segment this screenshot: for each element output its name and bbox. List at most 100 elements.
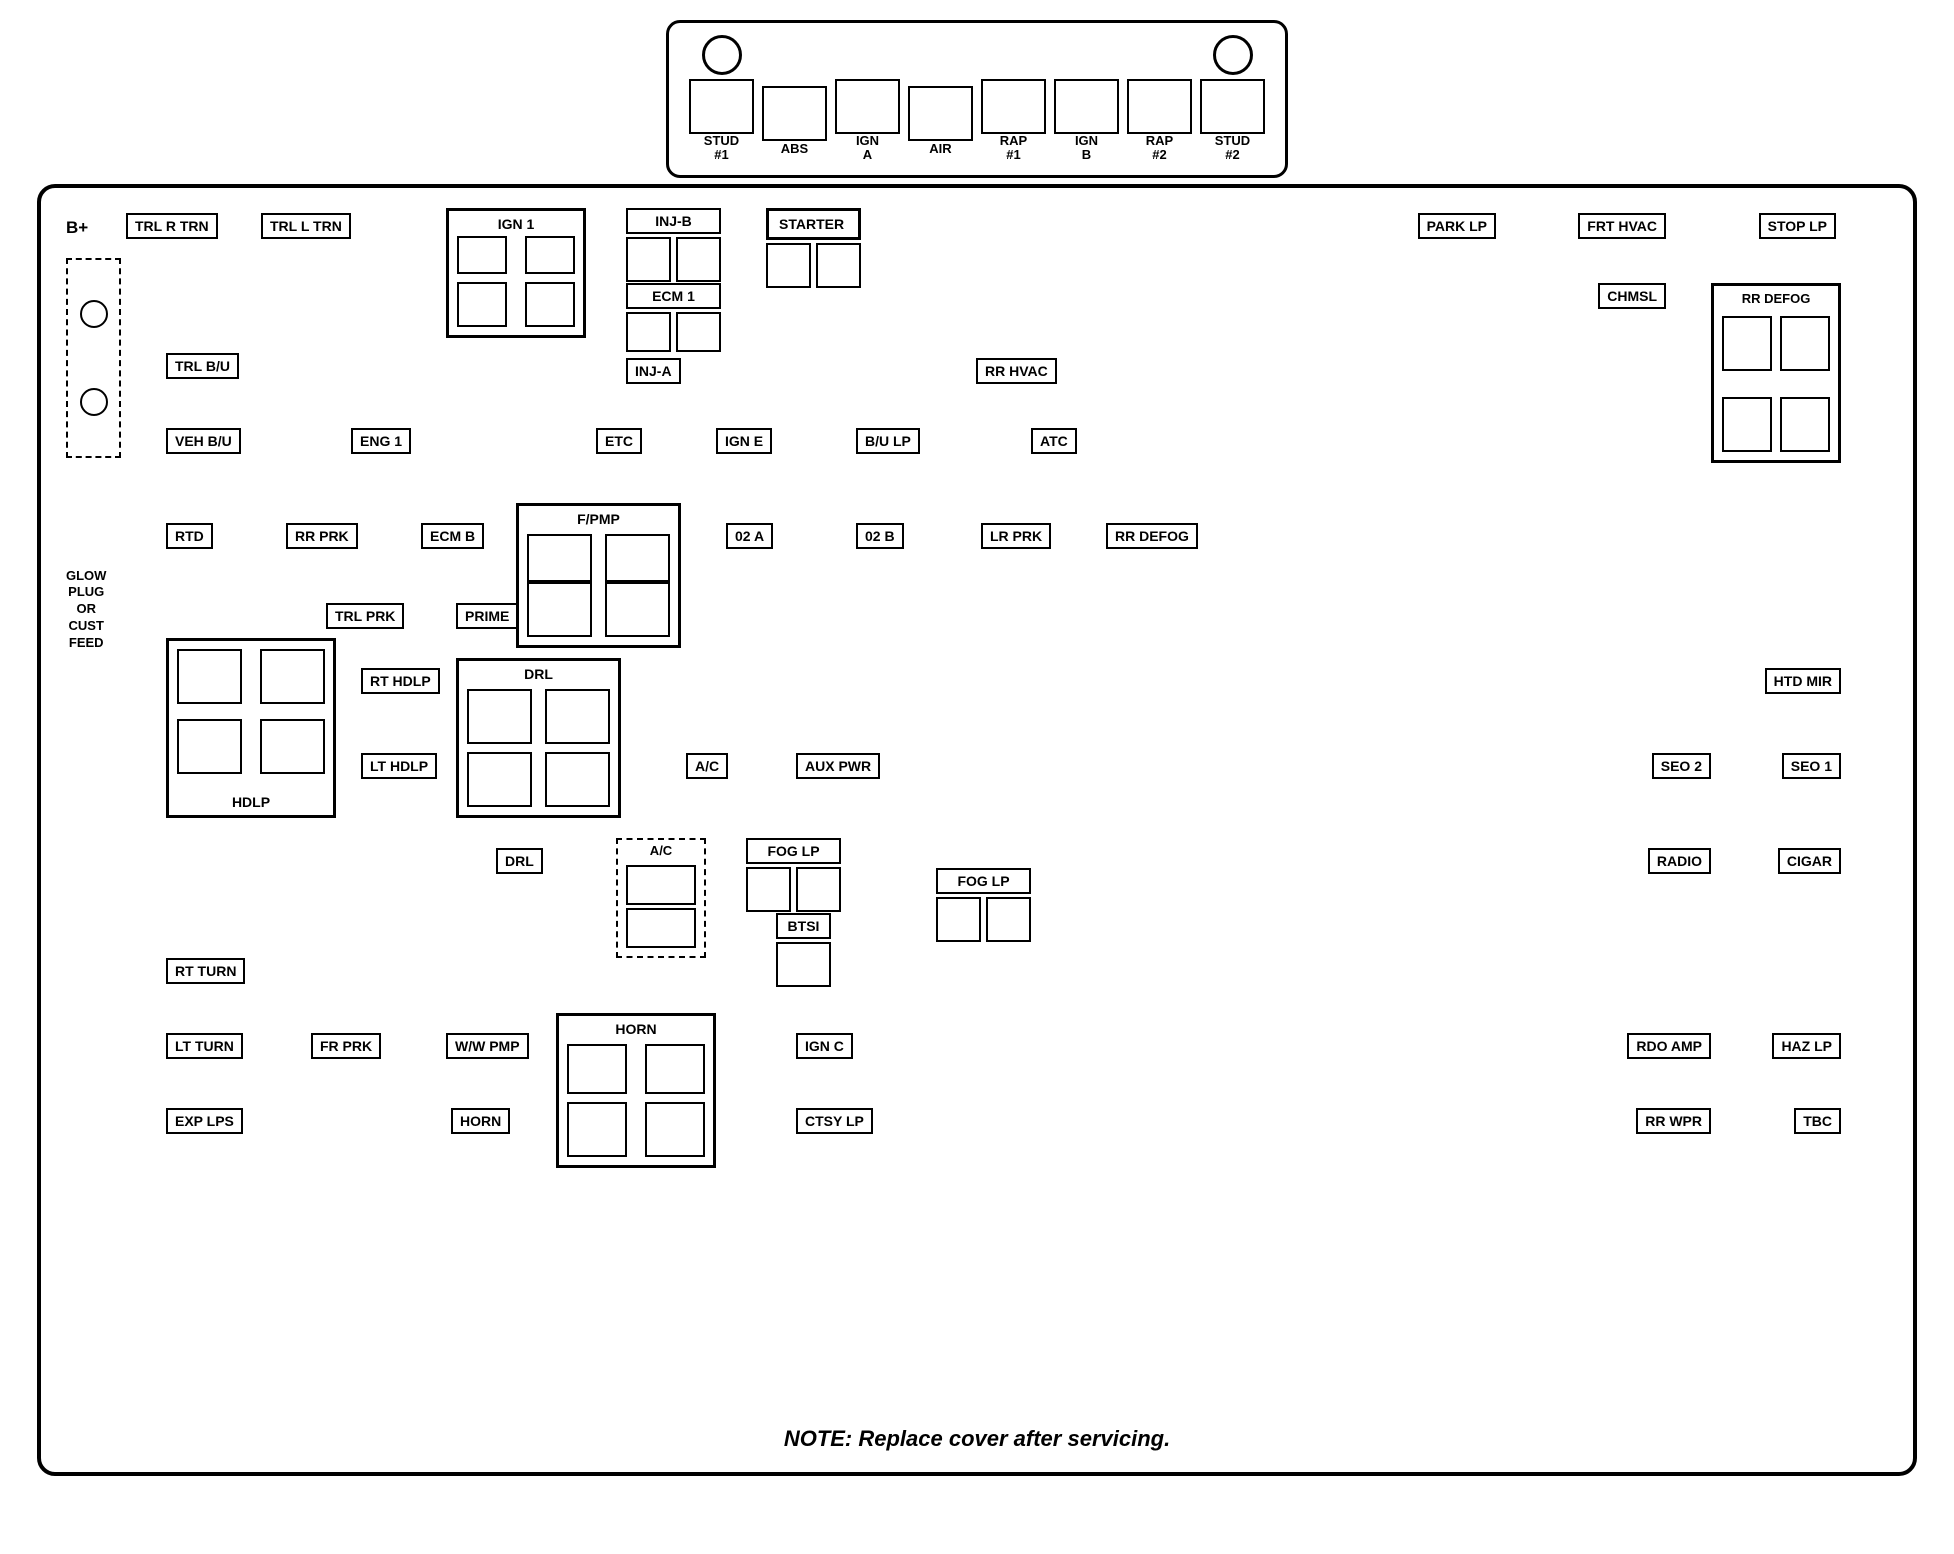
rt-turn-label: RT TURN bbox=[166, 958, 245, 985]
rr-wpr-label: RR WPR bbox=[1636, 1108, 1711, 1135]
rap1-group: RAP#1 bbox=[981, 35, 1046, 163]
rr-defog-big-label: RR DEFOG bbox=[1742, 291, 1811, 306]
rr-defog-item: RR DEFOG bbox=[1106, 523, 1198, 550]
fog-lp-label: FOG LP bbox=[746, 838, 841, 865]
air-fuse bbox=[908, 86, 973, 141]
fpmp-fuse1 bbox=[527, 534, 592, 582]
trl-r-trn-item: TRL R TRN bbox=[126, 213, 218, 240]
rr-wpr-item: RR WPR bbox=[1636, 1108, 1711, 1135]
fog-lp-fuse1 bbox=[746, 867, 791, 912]
abs-label: ABS bbox=[781, 141, 808, 156]
inj-b-label: INJ-B bbox=[626, 208, 721, 235]
abs-group: ABS bbox=[762, 42, 827, 156]
fr-prk-item: FR PRK bbox=[311, 1033, 381, 1060]
stop-lp-item: STOP LP bbox=[1759, 213, 1836, 240]
glow-plug-item: GLOWPLUGORCUSTFEED bbox=[66, 568, 106, 652]
fog-lp2-label: FOG LP bbox=[936, 868, 1031, 895]
top-connector: STUD#1 ABS IGNA bbox=[666, 20, 1288, 174]
rr-defog-fuse4 bbox=[1780, 397, 1830, 452]
exp-lps-item: EXP LPS bbox=[166, 1108, 243, 1135]
horn2-label: HORN bbox=[451, 1108, 510, 1135]
drl-fuse3 bbox=[467, 752, 532, 807]
ign1-fuse1 bbox=[457, 282, 507, 327]
drl-fuse2 bbox=[545, 689, 610, 744]
note: NOTE: Replace cover after servicing. bbox=[66, 1426, 1888, 1452]
rtd-label: RTD bbox=[166, 523, 213, 550]
o2a-label: 02 A bbox=[726, 523, 773, 550]
air-group: AIR bbox=[908, 42, 973, 156]
radio-item: RADIO bbox=[1648, 848, 1711, 875]
chmsl-label: CHMSL bbox=[1598, 283, 1666, 310]
ac2-block: A/C bbox=[616, 838, 706, 958]
seo1-label: SEO 1 bbox=[1782, 753, 1841, 780]
cigar-item: CIGAR bbox=[1778, 848, 1841, 875]
ign1-fuse4 bbox=[525, 236, 575, 274]
stop-lp-label: STOP LP bbox=[1759, 213, 1836, 240]
btsi-label: BTSI bbox=[776, 913, 831, 940]
bplus-circle2 bbox=[80, 388, 108, 416]
rap1-fuse bbox=[981, 79, 1046, 134]
stud2-label: STUD#2 bbox=[1215, 134, 1250, 163]
haz-lp-label: HAZ LP bbox=[1772, 1033, 1841, 1060]
drl-box: DRL bbox=[456, 658, 621, 818]
ign-e-label: IGN E bbox=[716, 428, 772, 455]
inj-a-item: INJ-A bbox=[626, 358, 681, 385]
stud2-group: STUD#2 bbox=[1200, 35, 1265, 163]
horn2-item: HORN bbox=[451, 1108, 510, 1135]
hdlp-fuse3 bbox=[177, 719, 242, 774]
fpmp-label: F/PMP bbox=[577, 511, 620, 527]
fog-lp2-fuse2 bbox=[986, 897, 1031, 942]
veh-bu-item: VEH B/U bbox=[166, 428, 241, 455]
rr-defog-big-box: RR DEFOG bbox=[1711, 283, 1841, 463]
etc-label: ETC bbox=[596, 428, 642, 455]
eng1-item: ENG 1 bbox=[351, 428, 411, 455]
htd-mir-label: HTD MIR bbox=[1765, 668, 1841, 695]
trl-r-trn-label: TRL R TRN bbox=[126, 213, 218, 240]
ign1-outer: IGN 1 bbox=[446, 208, 586, 338]
lt-turn-item: LT TURN bbox=[166, 1033, 243, 1060]
horn-block: HORN bbox=[556, 1013, 716, 1168]
rap2-label: RAP#2 bbox=[1146, 134, 1173, 163]
fpmp-block: F/PMP bbox=[516, 503, 681, 648]
bu-lp-label: B/U LP bbox=[856, 428, 920, 455]
etc-item: ETC bbox=[596, 428, 642, 455]
rr-hvac-label: RR HVAC bbox=[976, 358, 1057, 385]
horn-fuse2 bbox=[645, 1044, 705, 1094]
trl-l-trn-label: TRL L TRN bbox=[261, 213, 351, 240]
fpmp-box: F/PMP bbox=[516, 503, 681, 648]
ecm-b-item: ECM B bbox=[421, 523, 484, 550]
starter-item: STARTER bbox=[766, 208, 861, 288]
ac2-label: A/C bbox=[650, 843, 672, 858]
fuse-diagram: B+ TRL R TRN TRL L TRN IGN 1 IN bbox=[66, 208, 1896, 1408]
drl-fuse4 bbox=[545, 752, 610, 807]
seo2-label: SEO 2 bbox=[1652, 753, 1711, 780]
hdlp-fuse1 bbox=[177, 649, 242, 704]
stud1-circle bbox=[702, 35, 742, 75]
lt-hdlp-label: LT HDLP bbox=[361, 753, 437, 780]
park-lp-item: PARK LP bbox=[1418, 213, 1496, 240]
hdlp-label: HDLP bbox=[232, 794, 270, 810]
chmsl-item: CHMSL bbox=[1598, 283, 1666, 310]
rr-defog-fuse1 bbox=[1722, 316, 1772, 371]
glow-plug-label: GLOWPLUGORCUSTFEED bbox=[66, 568, 106, 652]
veh-bu-label: VEH B/U bbox=[166, 428, 241, 455]
btsi-fuse bbox=[776, 942, 831, 987]
stud2-circle bbox=[1213, 35, 1253, 75]
bu-lp-item: B/U LP bbox=[856, 428, 920, 455]
aux-pwr-item: AUX PWR bbox=[796, 753, 880, 780]
main-fuse-box: B+ TRL R TRN TRL L TRN IGN 1 IN bbox=[37, 184, 1917, 1476]
stud2-fuse bbox=[1200, 79, 1265, 134]
ww-pmp-item: W/W PMP bbox=[446, 1033, 529, 1060]
frt-hvac-label: FRT HVAC bbox=[1578, 213, 1666, 240]
ecm1-fuse1 bbox=[626, 312, 671, 352]
ign1-fuse3 bbox=[457, 236, 507, 274]
hdlp-box: HDLP bbox=[166, 638, 336, 818]
atc-item: ATC bbox=[1031, 428, 1077, 455]
fog-lp2-item: FOG LP bbox=[936, 868, 1031, 943]
ac-label: A/C bbox=[686, 753, 728, 780]
rap1-label: RAP#1 bbox=[1000, 134, 1027, 163]
lt-hdlp-item: LT HDLP bbox=[361, 753, 437, 780]
ign-b-label: IGNB bbox=[1075, 134, 1098, 163]
ign-a-group: IGNA bbox=[835, 35, 900, 163]
atc-label: ATC bbox=[1031, 428, 1077, 455]
